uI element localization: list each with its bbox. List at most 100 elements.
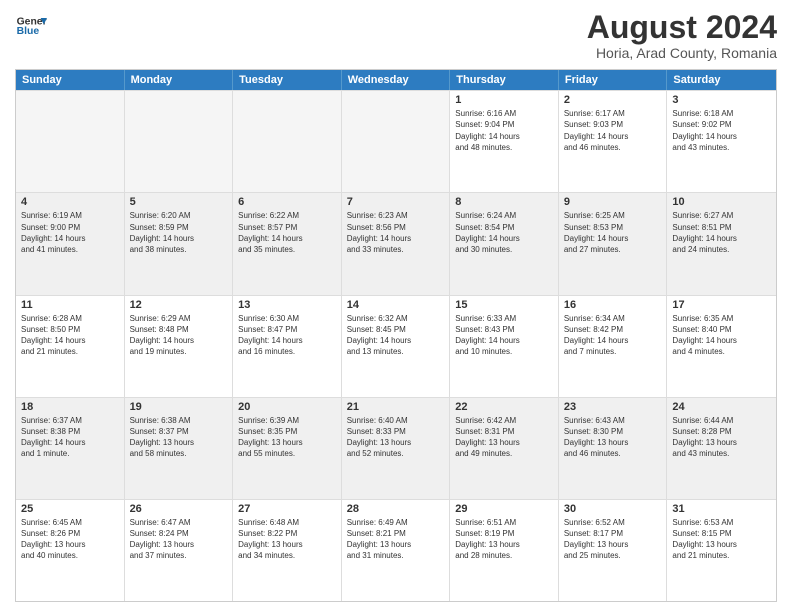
day-info: Sunrise: 6:47 AM Sunset: 8:24 PM Dayligh… bbox=[130, 517, 228, 562]
day-number: 29 bbox=[455, 503, 553, 515]
day-number: 19 bbox=[130, 401, 228, 413]
day-info: Sunrise: 6:28 AM Sunset: 8:50 PM Dayligh… bbox=[21, 313, 119, 358]
day-cell-13: 13 Sunrise: 6:30 AM Sunset: 8:47 PM Dayli… bbox=[233, 296, 342, 397]
day-info: Sunrise: 6:51 AM Sunset: 8:19 PM Dayligh… bbox=[455, 517, 553, 562]
day-of-week-tuesday: Tuesday bbox=[233, 70, 342, 90]
logo: General Blue bbox=[15, 10, 47, 42]
day-info: Sunrise: 6:45 AM Sunset: 8:26 PM Dayligh… bbox=[21, 517, 119, 562]
day-number: 8 bbox=[455, 196, 553, 208]
day-cell-11: 11 Sunrise: 6:28 AM Sunset: 8:50 PM Dayli… bbox=[16, 296, 125, 397]
day-info: Sunrise: 6:18 AM Sunset: 9:02 PM Dayligh… bbox=[672, 108, 771, 153]
day-cell-3: 3 Sunrise: 6:18 AM Sunset: 9:02 PM Daylig… bbox=[667, 91, 776, 192]
day-cell-26: 26Sunrise: 6:47 AM Sunset: 8:24 PM Dayli… bbox=[125, 500, 234, 601]
day-cell-6: 6Sunrise: 6:22 AM Sunset: 8:57 PM Daylig… bbox=[233, 193, 342, 294]
day-number: 30 bbox=[564, 503, 662, 515]
day-number: 12 bbox=[130, 299, 228, 311]
day-number: 22 bbox=[455, 401, 553, 413]
day-info: Sunrise: 6:43 AM Sunset: 8:30 PM Dayligh… bbox=[564, 415, 662, 460]
empty-cell bbox=[233, 91, 342, 192]
day-info: Sunrise: 6:52 AM Sunset: 8:17 PM Dayligh… bbox=[564, 517, 662, 562]
day-number: 13 bbox=[238, 299, 336, 311]
day-number: 18 bbox=[21, 401, 119, 413]
calendar-row-3: 18 Sunrise: 6:37 AM Sunset: 8:38 PM Dayli… bbox=[16, 397, 776, 499]
day-number: 16 bbox=[564, 299, 662, 311]
day-cell-22: 22 Sunrise: 6:42 AM Sunset: 8:31 PM Dayli… bbox=[450, 398, 559, 499]
calendar-row-1: 4 Sunrise: 6:19 AM Sunset: 9:00 PM Daylig… bbox=[16, 192, 776, 294]
day-info: Sunrise: 6:32 AM Sunset: 8:45 PM Dayligh… bbox=[347, 313, 445, 358]
day-of-week-saturday: Saturday bbox=[667, 70, 776, 90]
calendar-row-0: 1Sunrise: 6:16 AM Sunset: 9:04 PM Daylig… bbox=[16, 90, 776, 192]
day-cell-16: 16 Sunrise: 6:34 AM Sunset: 8:42 PM Dayli… bbox=[559, 296, 668, 397]
day-info: Sunrise: 6:42 AM Sunset: 8:31 PM Dayligh… bbox=[455, 415, 553, 460]
day-cell-14: 14 Sunrise: 6:32 AM Sunset: 8:45 PM Dayli… bbox=[342, 296, 451, 397]
day-number: 24 bbox=[672, 401, 771, 413]
day-info: Sunrise: 6:30 AM Sunset: 8:47 PM Dayligh… bbox=[238, 313, 336, 358]
calendar-row-2: 11 Sunrise: 6:28 AM Sunset: 8:50 PM Dayli… bbox=[16, 295, 776, 397]
day-info: Sunrise: 6:53 AM Sunset: 8:15 PM Dayligh… bbox=[672, 517, 771, 562]
day-info: Sunrise: 6:24 AM Sunset: 8:54 PM Dayligh… bbox=[455, 210, 553, 255]
day-number: 21 bbox=[347, 401, 445, 413]
empty-cell bbox=[342, 91, 451, 192]
day-of-week-monday: Monday bbox=[125, 70, 234, 90]
day-cell-15: 15 Sunrise: 6:33 AM Sunset: 8:43 PM Dayli… bbox=[450, 296, 559, 397]
day-info: Sunrise: 6:25 AM Sunset: 8:53 PM Dayligh… bbox=[564, 210, 662, 255]
day-cell-12: 12 Sunrise: 6:29 AM Sunset: 8:48 PM Dayli… bbox=[125, 296, 234, 397]
calendar-body: 1Sunrise: 6:16 AM Sunset: 9:04 PM Daylig… bbox=[16, 90, 776, 601]
day-number: 15 bbox=[455, 299, 553, 311]
day-info: Sunrise: 6:34 AM Sunset: 8:42 PM Dayligh… bbox=[564, 313, 662, 358]
day-cell-8: 8 Sunrise: 6:24 AM Sunset: 8:54 PM Daylig… bbox=[450, 193, 559, 294]
svg-text:Blue: Blue bbox=[17, 26, 40, 37]
day-number: 7 bbox=[347, 196, 445, 208]
day-number: 14 bbox=[347, 299, 445, 311]
day-number: 23 bbox=[564, 401, 662, 413]
day-number: 17 bbox=[672, 299, 771, 311]
day-cell-31: 31 Sunrise: 6:53 AM Sunset: 8:15 PM Dayli… bbox=[667, 500, 776, 601]
day-cell-9: 9 Sunrise: 6:25 AM Sunset: 8:53 PM Daylig… bbox=[559, 193, 668, 294]
day-number: 1 bbox=[455, 94, 553, 106]
day-number: 28 bbox=[347, 503, 445, 515]
calendar: SundayMondayTuesdayWednesdayThursdayFrid… bbox=[15, 69, 777, 602]
day-info: Sunrise: 6:19 AM Sunset: 9:00 PM Dayligh… bbox=[21, 210, 119, 255]
day-info: Sunrise: 6:20 AM Sunset: 8:59 PM Dayligh… bbox=[130, 210, 228, 255]
day-cell-20: 20 Sunrise: 6:39 AM Sunset: 8:35 PM Dayli… bbox=[233, 398, 342, 499]
day-number: 11 bbox=[21, 299, 119, 311]
day-cell-28: 28 Sunrise: 6:49 AM Sunset: 8:21 PM Dayli… bbox=[342, 500, 451, 601]
main-title: August 2024 bbox=[587, 10, 777, 45]
day-cell-29: 29 Sunrise: 6:51 AM Sunset: 8:19 PM Dayli… bbox=[450, 500, 559, 601]
day-info: Sunrise: 6:17 AM Sunset: 9:03 PM Dayligh… bbox=[564, 108, 662, 153]
logo-icon: General Blue bbox=[15, 10, 47, 42]
day-cell-17: 17 Sunrise: 6:35 AM Sunset: 8:40 PM Dayli… bbox=[667, 296, 776, 397]
day-cell-1: 1Sunrise: 6:16 AM Sunset: 9:04 PM Daylig… bbox=[450, 91, 559, 192]
day-number: 10 bbox=[672, 196, 771, 208]
day-cell-27: 27Sunrise: 6:48 AM Sunset: 8:22 PM Dayli… bbox=[233, 500, 342, 601]
calendar-header: SundayMondayTuesdayWednesdayThursdayFrid… bbox=[16, 70, 776, 90]
header: General Blue August 2024 Horia, Arad Cou… bbox=[15, 10, 777, 61]
day-info: Sunrise: 6:40 AM Sunset: 8:33 PM Dayligh… bbox=[347, 415, 445, 460]
day-cell-5: 5Sunrise: 6:20 AM Sunset: 8:59 PM Daylig… bbox=[125, 193, 234, 294]
day-cell-18: 18 Sunrise: 6:37 AM Sunset: 8:38 PM Dayli… bbox=[16, 398, 125, 499]
day-number: 9 bbox=[564, 196, 662, 208]
day-info: Sunrise: 6:38 AM Sunset: 8:37 PM Dayligh… bbox=[130, 415, 228, 460]
day-info: Sunrise: 6:29 AM Sunset: 8:48 PM Dayligh… bbox=[130, 313, 228, 358]
day-info: Sunrise: 6:33 AM Sunset: 8:43 PM Dayligh… bbox=[455, 313, 553, 358]
day-info: Sunrise: 6:23 AM Sunset: 8:56 PM Dayligh… bbox=[347, 210, 445, 255]
day-cell-7: 7 Sunrise: 6:23 AM Sunset: 8:56 PM Daylig… bbox=[342, 193, 451, 294]
day-number: 27 bbox=[238, 503, 336, 515]
day-cell-23: 23 Sunrise: 6:43 AM Sunset: 8:30 PM Dayli… bbox=[559, 398, 668, 499]
day-info: Sunrise: 6:37 AM Sunset: 8:38 PM Dayligh… bbox=[21, 415, 119, 460]
day-number: 4 bbox=[21, 196, 119, 208]
day-of-week-sunday: Sunday bbox=[16, 70, 125, 90]
day-of-week-thursday: Thursday bbox=[450, 70, 559, 90]
day-number: 6 bbox=[238, 196, 336, 208]
day-info: Sunrise: 6:39 AM Sunset: 8:35 PM Dayligh… bbox=[238, 415, 336, 460]
day-number: 20 bbox=[238, 401, 336, 413]
empty-cell bbox=[16, 91, 125, 192]
day-cell-10: 10 Sunrise: 6:27 AM Sunset: 8:51 PM Dayli… bbox=[667, 193, 776, 294]
day-cell-4: 4 Sunrise: 6:19 AM Sunset: 9:00 PM Daylig… bbox=[16, 193, 125, 294]
day-info: Sunrise: 6:49 AM Sunset: 8:21 PM Dayligh… bbox=[347, 517, 445, 562]
day-info: Sunrise: 6:35 AM Sunset: 8:40 PM Dayligh… bbox=[672, 313, 771, 358]
day-info: Sunrise: 6:27 AM Sunset: 8:51 PM Dayligh… bbox=[672, 210, 771, 255]
day-cell-2: 2Sunrise: 6:17 AM Sunset: 9:03 PM Daylig… bbox=[559, 91, 668, 192]
day-number: 31 bbox=[672, 503, 771, 515]
day-number: 3 bbox=[672, 94, 771, 106]
